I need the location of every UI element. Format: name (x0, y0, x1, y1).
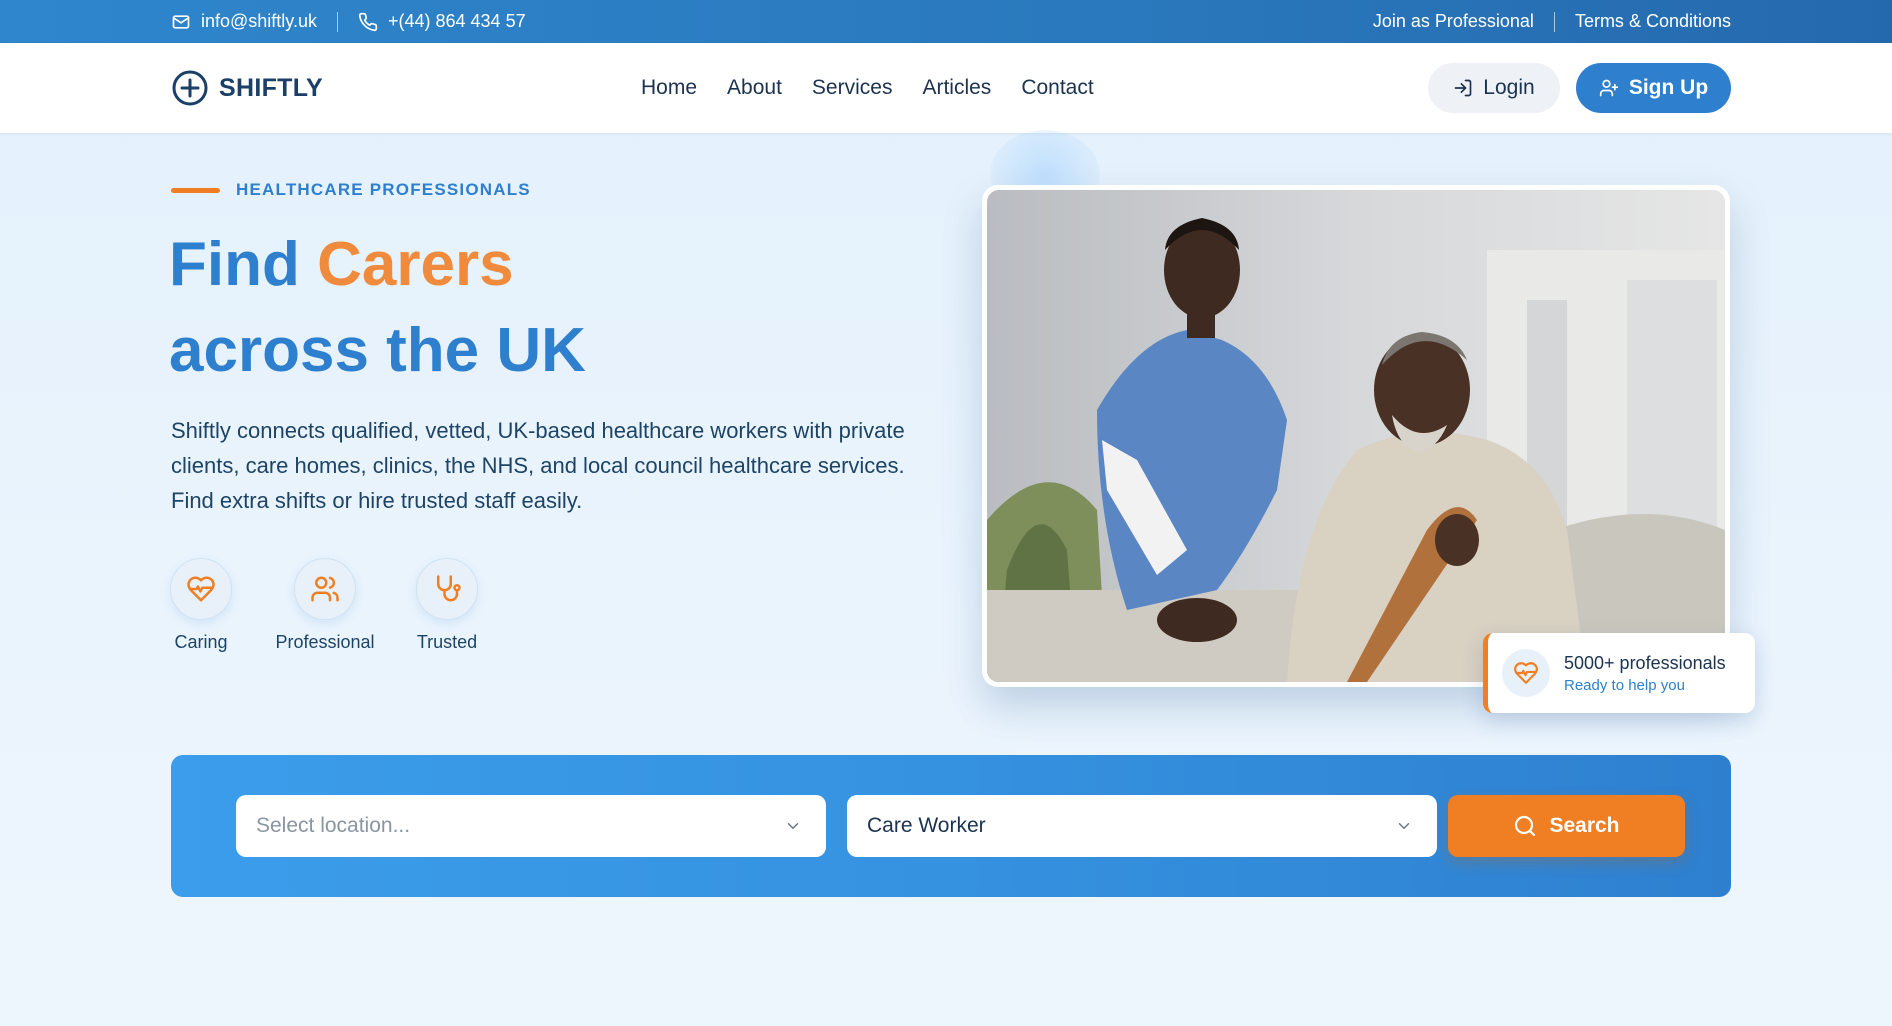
accent-bar (171, 187, 220, 193)
phone-text: +(44) 864 434 57 (387, 11, 526, 31)
hero-description: Shiftly connects qualified, vetted, UK-b… (171, 418, 905, 513)
terms-link[interactable]: Terms & Conditions (1575, 11, 1731, 32)
nav-services[interactable]: Services (812, 76, 893, 100)
login-button[interactable]: Login (1428, 63, 1560, 113)
nav-home[interactable]: Home (641, 76, 697, 100)
users-icon (294, 558, 356, 620)
hero-image-card (982, 185, 1730, 687)
heart-pulse-icon (170, 558, 232, 620)
feature-list: Caring Professional Trusted (170, 558, 478, 653)
login-icon (1453, 78, 1473, 98)
email-text: info@shiftly.uk (201, 11, 317, 31)
nav-about[interactable]: About (727, 76, 782, 100)
eyebrow-text: HEALTHCARE PROFESSIONALS (236, 180, 531, 199)
top-bar: info@shiftly.uk +(44) 864 434 57 Join as… (0, 0, 1892, 43)
feature-label: Caring (174, 632, 228, 652)
search-panel: Select location... Care Worker Search (171, 755, 1731, 897)
title-accent: Carers (317, 230, 514, 299)
badge-title: 5000+ professionals (1564, 652, 1726, 673)
badge-subtitle: Ready to help you (1564, 676, 1685, 694)
chevron-down-icon (784, 817, 802, 835)
phone-icon (358, 12, 378, 32)
divider (1553, 11, 1555, 32)
search-label: Search (1549, 814, 1620, 837)
chevron-down-icon (1395, 817, 1413, 835)
plus-circle-icon (171, 69, 209, 107)
nav-contact[interactable]: Contact (1021, 76, 1093, 100)
search-icon (1513, 814, 1537, 838)
login-label: Login (1483, 76, 1535, 99)
role-value: Care Worker (867, 814, 986, 837)
heart-pulse-icon (1502, 649, 1550, 697)
feature-trusted: Trusted (416, 558, 478, 653)
divider (336, 11, 338, 32)
search-button[interactable]: Search (1448, 795, 1685, 857)
hero-eyebrow: HEALTHCARE PROFESSIONALS (171, 180, 531, 200)
signup-label: Sign Up (1628, 76, 1709, 99)
location-placeholder: Select location... (256, 814, 411, 837)
feature-label: Professional (275, 632, 375, 652)
hero-photo (987, 190, 1725, 682)
professionals-badge: 5000+ professionals Ready to help you (1483, 633, 1755, 713)
signup-button[interactable]: Sign Up (1576, 63, 1731, 113)
logo[interactable]: SHIFTLY (171, 69, 323, 107)
hero-title: Find Carers across the UK (169, 222, 586, 394)
mail-icon (171, 12, 191, 32)
email-link[interactable]: info@shiftly.uk (171, 11, 317, 32)
contact-info: info@shiftly.uk +(44) 864 434 57 (171, 0, 526, 43)
feature-caring: Caring (170, 558, 232, 653)
brand-name: SHIFTLY (219, 73, 323, 102)
main-menu: Home About Services Articles Contact (641, 43, 1094, 133)
top-links: Join as Professional Terms & Conditions (1373, 0, 1731, 43)
title-part1: Find (169, 230, 300, 299)
navbar: SHIFTLY Home About Services Articles Con… (0, 43, 1892, 133)
nav-articles[interactable]: Articles (922, 76, 991, 100)
feature-label: Trusted (416, 632, 478, 652)
phone-link[interactable]: +(44) 864 434 57 (358, 11, 526, 32)
join-professional-link[interactable]: Join as Professional (1373, 11, 1534, 32)
badge-text: 5000+ professionals Ready to help you (1564, 653, 1726, 694)
location-select[interactable]: Select location... (236, 795, 826, 857)
title-line2: across the UK (169, 316, 586, 385)
role-select[interactable]: Care Worker (847, 795, 1437, 857)
user-plus-icon (1599, 78, 1619, 98)
feature-professional: Professional (272, 558, 378, 653)
stethoscope-icon (416, 558, 478, 620)
